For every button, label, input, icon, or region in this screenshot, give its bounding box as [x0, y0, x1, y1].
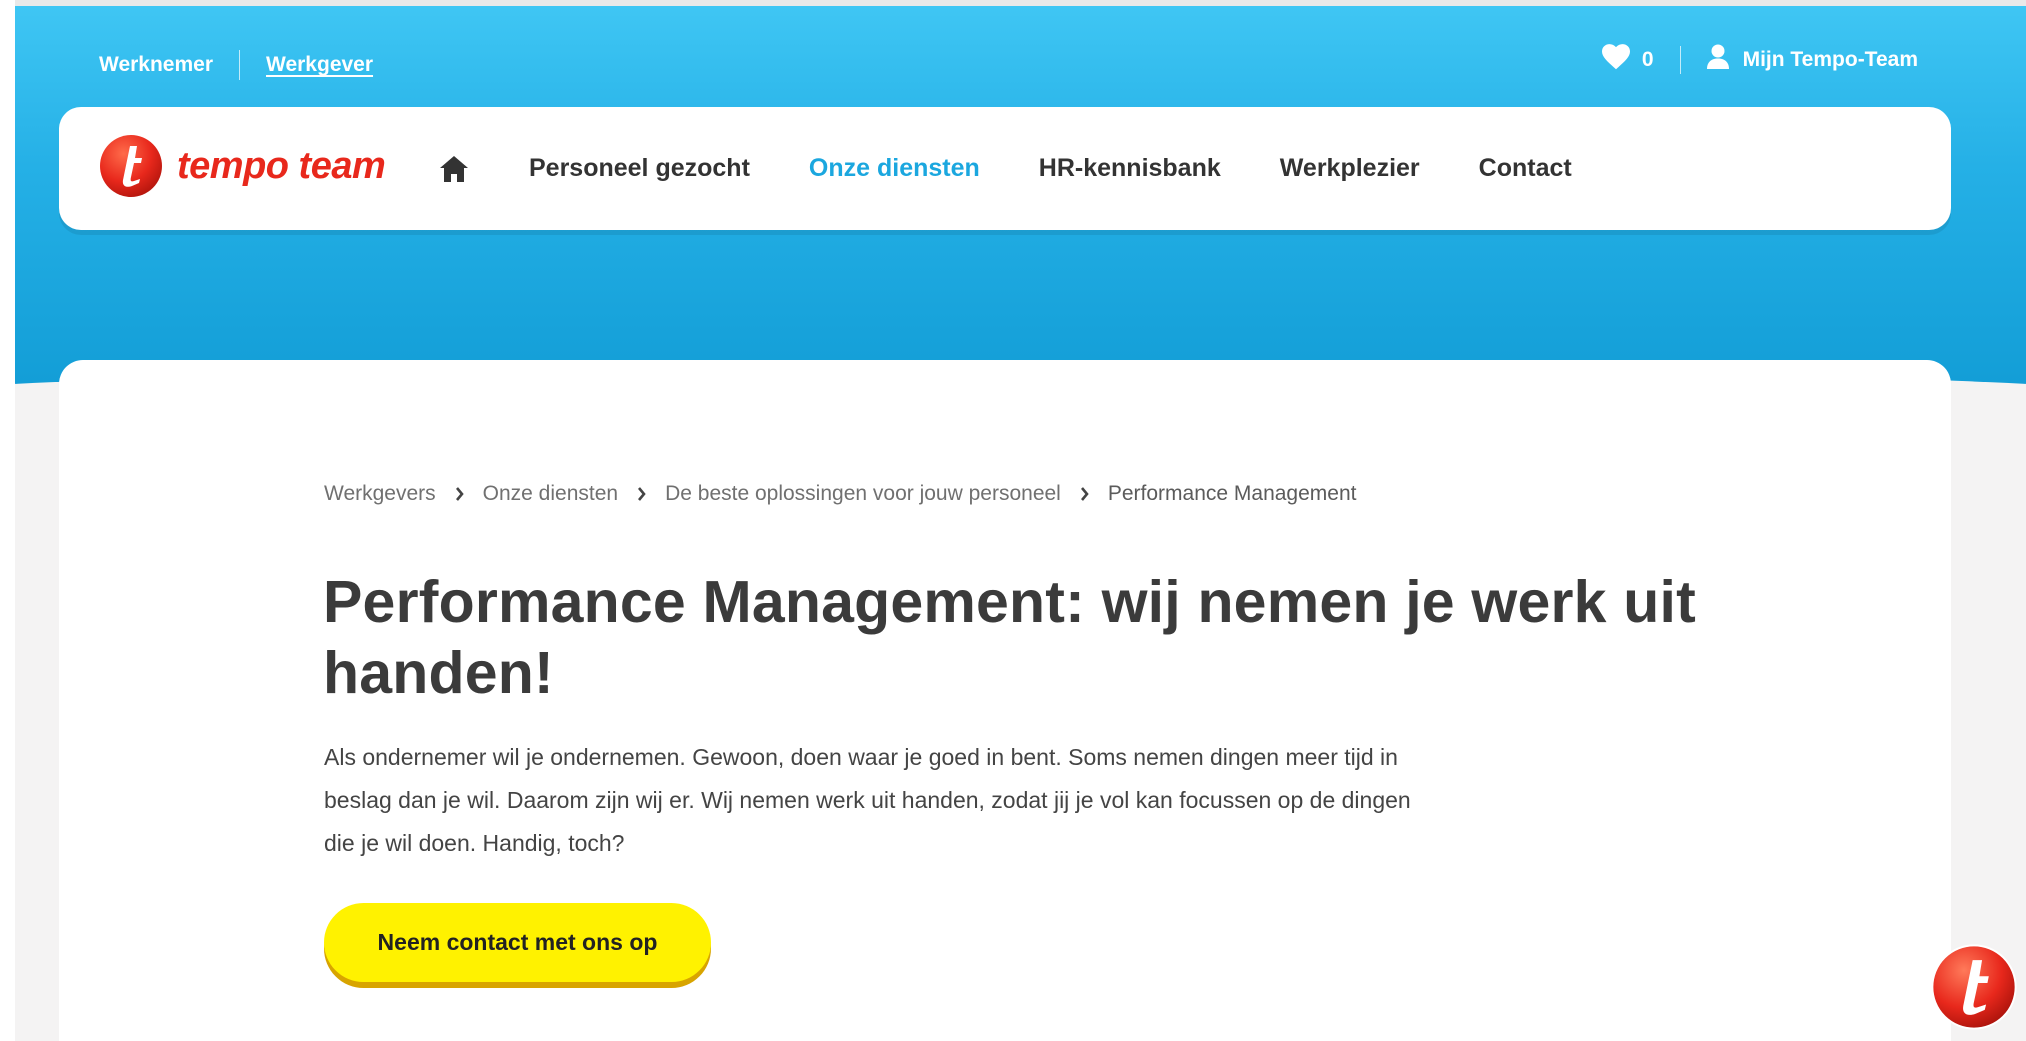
nav-item-werkplezier[interactable]: Werkplezier: [1280, 154, 1420, 183]
chevron-right-icon: [637, 487, 646, 501]
chevron-right-icon: [455, 487, 464, 501]
intro-line: Als ondernemer wil je ondernemen. Gewoon…: [324, 744, 1398, 770]
home-icon[interactable]: [439, 153, 471, 185]
nav-item-contact[interactable]: Contact: [1479, 154, 1572, 183]
favorites-count: 0: [1641, 48, 1654, 71]
werknemer-link[interactable]: Werknemer: [99, 53, 213, 77]
utility-actions: 0 Mijn Tempo-Team: [1601, 44, 1918, 76]
intro-line: die je wil doen. Handig, toch?: [324, 830, 625, 856]
assistant-button[interactable]: [1931, 944, 2017, 1030]
tempo-team-chat-icon: [1931, 944, 2017, 1030]
breadcrumb: Werkgevers Onze diensten De beste oploss…: [324, 482, 1356, 506]
content-card: Werkgevers Onze diensten De beste oploss…: [59, 360, 1951, 1041]
nav-item-onze-diensten[interactable]: Onze diensten: [809, 154, 980, 183]
logo[interactable]: tempo team: [99, 134, 386, 198]
intro-line: beslag dan je wil. Daarom zijn wij er. W…: [324, 787, 1411, 813]
breadcrumb-item[interactable]: De beste oplossingen voor jouw personeel: [665, 482, 1061, 506]
audience-switch: Werknemer Werkgever: [99, 50, 373, 80]
divider: [239, 50, 241, 80]
nav-item-personeel-gezocht[interactable]: Personeel gezocht: [529, 154, 750, 183]
page: Werknemer Werkgever 0 Mijn Tempo-Team te…: [15, 0, 2026, 1041]
page-title: Performance Management: wij nemen je wer…: [323, 569, 1696, 706]
breadcrumb-item[interactable]: Onze diensten: [483, 482, 618, 506]
breadcrumb-current: Performance Management: [1107, 482, 1357, 505]
logo-wordmark: tempo team: [177, 144, 386, 187]
chevron-right-icon: [1080, 487, 1089, 501]
divider: [1679, 46, 1681, 74]
main-navigation: tempo team Personeel gezocht Onze dienst…: [59, 107, 1951, 230]
intro-text: Als ondernemer wil je ondernemen. Gewoon…: [324, 736, 1574, 865]
heart-icon: [1601, 44, 1630, 76]
tempo-team-logo-mark: [100, 135, 162, 197]
nav-menu: Personeel gezocht Onze diensten HR-kenni…: [439, 107, 1631, 230]
account-label: Mijn Tempo-Team: [1742, 48, 1918, 71]
werkgever-link[interactable]: Werkgever: [266, 53, 373, 77]
contact-button[interactable]: Neem contact met ons op: [324, 903, 711, 982]
breadcrumb-item[interactable]: Werkgevers: [324, 482, 436, 506]
account-link[interactable]: Mijn Tempo-Team: [1706, 44, 1918, 76]
favorites-button[interactable]: 0: [1601, 44, 1654, 76]
user-icon: [1706, 44, 1729, 76]
nav-item-hr-kennisbank[interactable]: HR-kennisbank: [1039, 154, 1221, 183]
